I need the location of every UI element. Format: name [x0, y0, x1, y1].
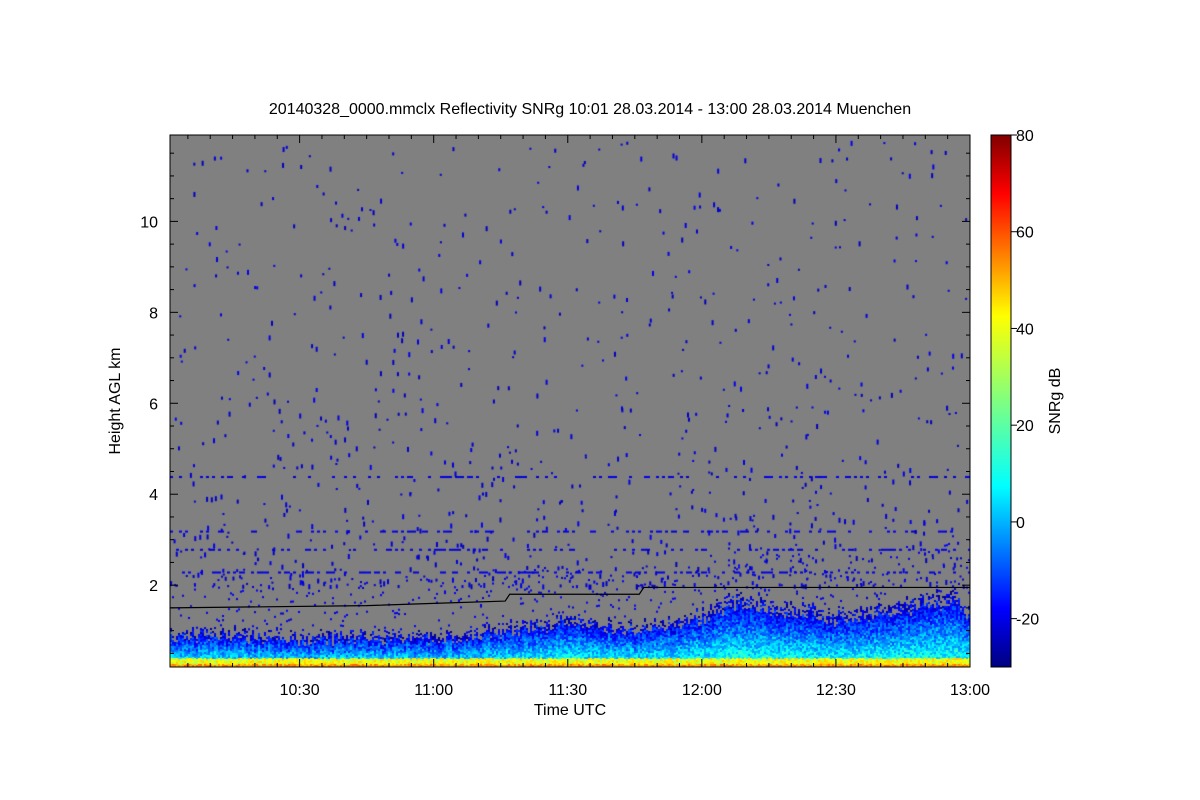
colorbar-tick-label: 20	[1016, 418, 1034, 435]
y-tick-label: 4	[149, 487, 158, 504]
x-tick-label: 11:30	[548, 682, 587, 699]
colorbar-tick-label: 0	[1016, 515, 1025, 532]
colorbar-axis: -20 0 20 40 60 80	[1011, 128, 1039, 629]
x-tick-label: 12:00	[682, 682, 722, 699]
y-tick-label: 2	[149, 578, 158, 595]
y-tick-label: 6	[149, 396, 158, 413]
x-tick-label: 11:00	[414, 682, 453, 699]
x-tick-label: 13:00	[950, 682, 990, 699]
colorbar-tick-label: 80	[1016, 128, 1034, 145]
colorbar-label: SNRg dB	[1047, 368, 1064, 435]
y-tick-label: 10	[140, 214, 158, 231]
chart-title: 20140328_0000.mmclx Reflectivity SNRg 10…	[269, 101, 911, 118]
colorbar-tick-label: 40	[1016, 321, 1034, 338]
y-axis-label: Height AGL km	[107, 347, 124, 454]
colorbar-tick-label: -20	[1016, 612, 1039, 629]
x-tick-label: 12:30	[816, 682, 856, 699]
radar-reflectivity-chart: 20140328_0000.mmclx Reflectivity SNRg 10…	[107, 101, 1064, 719]
x-axis-label: Time UTC	[534, 702, 606, 719]
colorbar	[990, 134, 1012, 668]
x-tick-label: 10:30	[280, 682, 320, 699]
colorbar-tick-label: 60	[1016, 225, 1034, 242]
y-tick-label: 8	[149, 305, 158, 322]
